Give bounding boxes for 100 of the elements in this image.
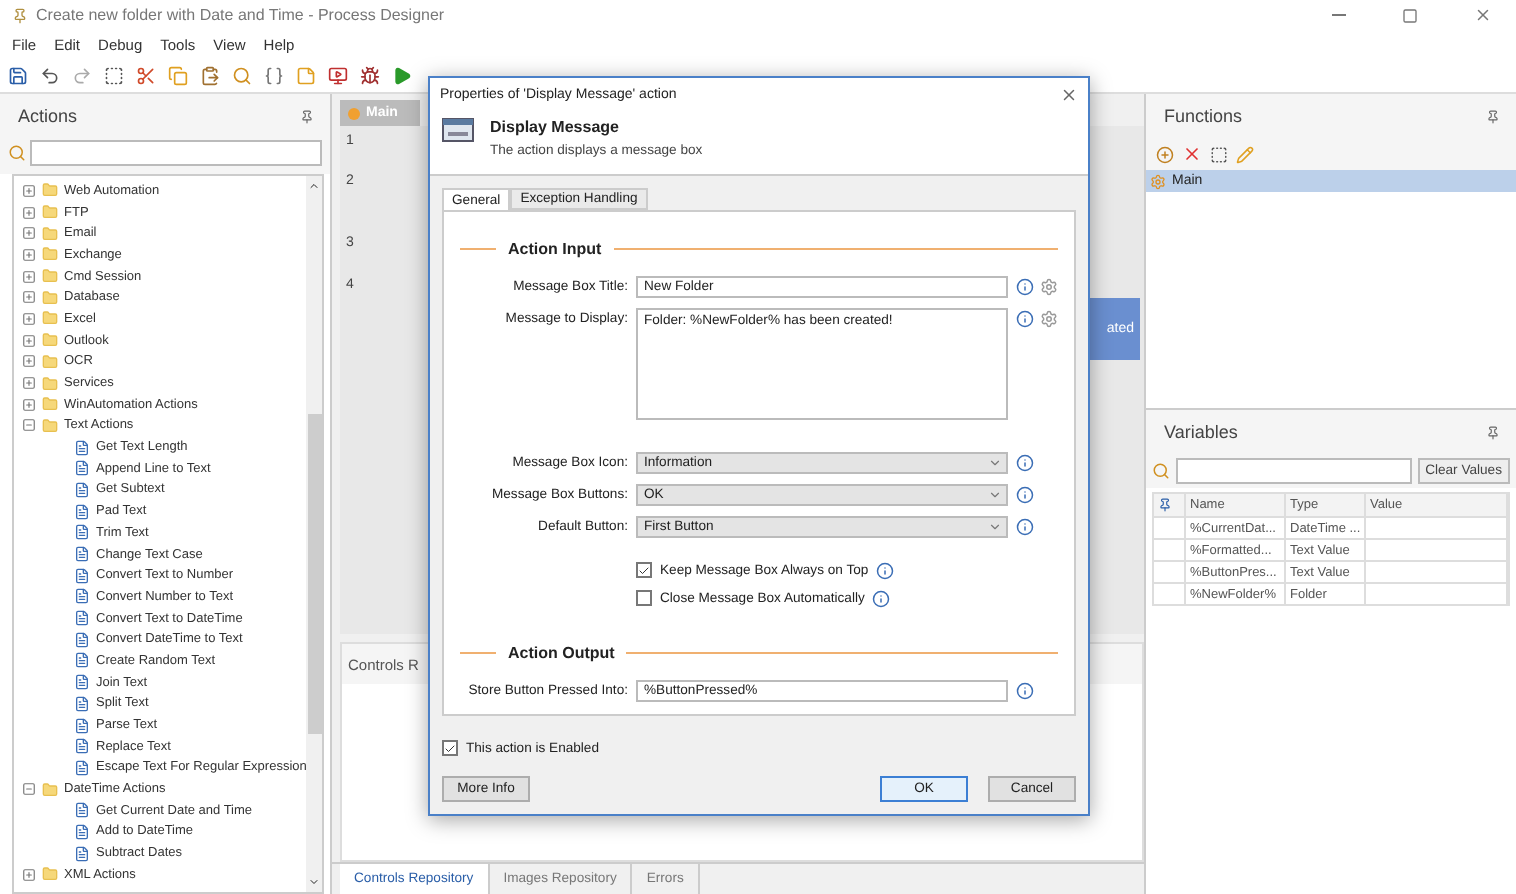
folder-icon (42, 310, 58, 327)
pin-icon[interactable] (300, 109, 314, 123)
scrollbar[interactable] (306, 176, 322, 892)
scroll-up-icon[interactable] (308, 180, 321, 192)
folder-icon (42, 353, 58, 370)
expand-icon[interactable] (22, 354, 36, 369)
chevron-down-icon (988, 488, 1002, 502)
action-icon (74, 759, 90, 776)
close-button[interactable] (1474, 6, 1492, 24)
pencil-icon[interactable] (1236, 145, 1254, 163)
gear-icon (1150, 173, 1166, 189)
action-icon (74, 439, 90, 456)
note-icon[interactable] (296, 66, 316, 86)
section-title: Action Input (508, 240, 602, 258)
rename-icon[interactable] (1210, 145, 1228, 163)
rename-icon[interactable] (104, 66, 124, 86)
search-field[interactable] (30, 140, 322, 166)
chevron-down-icon (988, 456, 1002, 470)
action-icon (74, 631, 90, 648)
delete-icon[interactable] (1182, 144, 1202, 164)
action-icon (74, 524, 90, 541)
checkbox[interactable] (636, 590, 652, 606)
folder-icon (42, 417, 58, 434)
action-icon (74, 823, 90, 840)
checkbox[interactable] (636, 562, 652, 578)
cut-icon[interactable] (136, 66, 156, 86)
expand-icon[interactable] (22, 311, 36, 326)
info-icon[interactable] (1016, 278, 1034, 296)
action-icon (74, 481, 90, 498)
action-icon (74, 738, 90, 755)
copy-icon[interactable] (168, 66, 188, 86)
action-icon (74, 567, 90, 584)
monitor-icon[interactable] (328, 66, 348, 86)
folder-icon (42, 289, 58, 306)
action-icon (74, 503, 90, 520)
expand-icon[interactable] (22, 397, 36, 412)
undo-icon[interactable] (40, 66, 60, 86)
bug-icon[interactable] (360, 66, 380, 86)
expand-icon[interactable] (22, 183, 36, 198)
folder-icon (42, 781, 58, 798)
action-icon (74, 652, 90, 669)
pin-icon[interactable] (1486, 425, 1500, 439)
folder-icon (42, 268, 58, 285)
search-icon (8, 144, 26, 162)
settings-icon[interactable] (1040, 310, 1058, 328)
pin-icon[interactable] (1486, 109, 1500, 123)
action-icon (74, 588, 90, 605)
expand-icon[interactable] (22, 333, 36, 348)
panel-title: Variables (1164, 422, 1238, 442)
expand-icon[interactable] (22, 226, 36, 241)
paste-icon[interactable] (200, 66, 220, 86)
action-icon (74, 610, 90, 627)
expand-icon[interactable] (22, 290, 36, 305)
search-icon (1152, 462, 1170, 480)
add-icon[interactable] (1156, 145, 1174, 163)
info-icon[interactable] (1016, 486, 1034, 504)
search-icon[interactable] (232, 66, 252, 86)
action-icon (74, 460, 90, 477)
action-icon (74, 546, 90, 563)
info-icon[interactable] (1016, 310, 1034, 328)
action-icon (74, 674, 90, 691)
scroll-down-icon[interactable] (308, 876, 321, 888)
maximize-button[interactable] (1402, 7, 1418, 23)
info-icon[interactable] (1016, 454, 1034, 472)
folder-icon (42, 332, 58, 349)
info-icon[interactable] (872, 589, 891, 607)
folder-icon (42, 246, 58, 263)
folder-icon (42, 866, 58, 883)
folder-icon (42, 375, 58, 392)
pin-icon (1158, 498, 1172, 512)
search-field[interactable] (1176, 458, 1412, 484)
folder-icon (42, 204, 58, 221)
panel-title: Functions (1164, 106, 1243, 126)
window-title: Create new folder with Date and Time - Process Designer (36, 6, 447, 24)
panel-title: Actions (18, 106, 78, 126)
folder-icon (42, 182, 58, 199)
braces-icon[interactable] (264, 66, 284, 86)
expand-icon[interactable] (22, 247, 36, 262)
redo-icon[interactable] (72, 66, 92, 86)
save-icon[interactable] (8, 66, 28, 86)
expand-icon[interactable] (22, 269, 36, 284)
collapse-icon[interactable] (22, 418, 36, 433)
collapse-icon[interactable] (22, 782, 36, 797)
action-icon (74, 802, 90, 819)
play-icon[interactable] (392, 66, 412, 86)
folder-icon (42, 396, 58, 413)
close-icon[interactable] (1060, 85, 1078, 103)
message-box-icon (442, 118, 474, 142)
info-icon[interactable] (876, 561, 895, 579)
section-title: Action Output (508, 644, 615, 662)
folder-icon (42, 225, 58, 242)
info-icon[interactable] (1016, 682, 1034, 700)
action-icon (74, 717, 90, 734)
expand-icon[interactable] (22, 867, 36, 882)
settings-icon[interactable] (1040, 278, 1058, 296)
action-name: Display Message (490, 118, 621, 136)
info-icon[interactable] (1016, 518, 1034, 536)
expand-icon[interactable] (22, 205, 36, 220)
checkbox[interactable] (442, 740, 458, 756)
expand-icon[interactable] (22, 376, 36, 391)
